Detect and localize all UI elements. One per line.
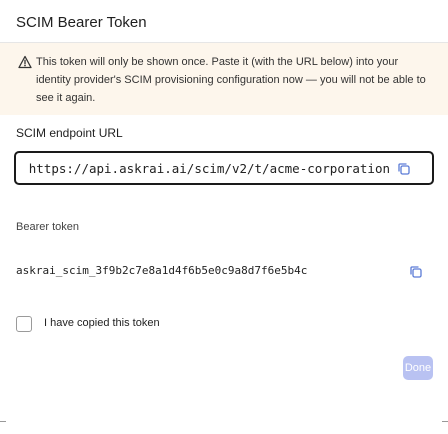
scim-token-dialog: SCIM Bearer Token This token will only b… (0, 0, 448, 434)
copy-icon[interactable] (408, 264, 424, 280)
copy-icon[interactable] (396, 161, 412, 177)
token-value[interactable]: askrai_scim_3f9b2c7e8a1d4f6b5e0c9a8d7f6e… (16, 264, 307, 277)
warning-triangle-icon (18, 55, 32, 69)
scroll-edge-mark (0, 419, 6, 422)
dialog-title: SCIM Bearer Token (16, 14, 147, 31)
endpoint-field[interactable]: https://api.askrai.ai/scim/v2/t/acme-cor… (14, 151, 434, 185)
warning-banner: This token will only be shown once. Past… (0, 43, 448, 115)
warning-text: This token will only be shown once. Past… (36, 56, 426, 104)
done-button[interactable]: Done (403, 356, 433, 380)
endpoint-url[interactable]: https://api.askrai.ai/scim/v2/t/acme-cor… (29, 161, 390, 176)
token-label: Bearer token (16, 221, 79, 233)
confirm-label[interactable]: I have copied this token (44, 317, 160, 329)
scroll-edge-mark (442, 419, 448, 422)
endpoint-label: SCIM endpoint URL (16, 126, 123, 140)
confirm-checkbox[interactable] (16, 316, 32, 332)
